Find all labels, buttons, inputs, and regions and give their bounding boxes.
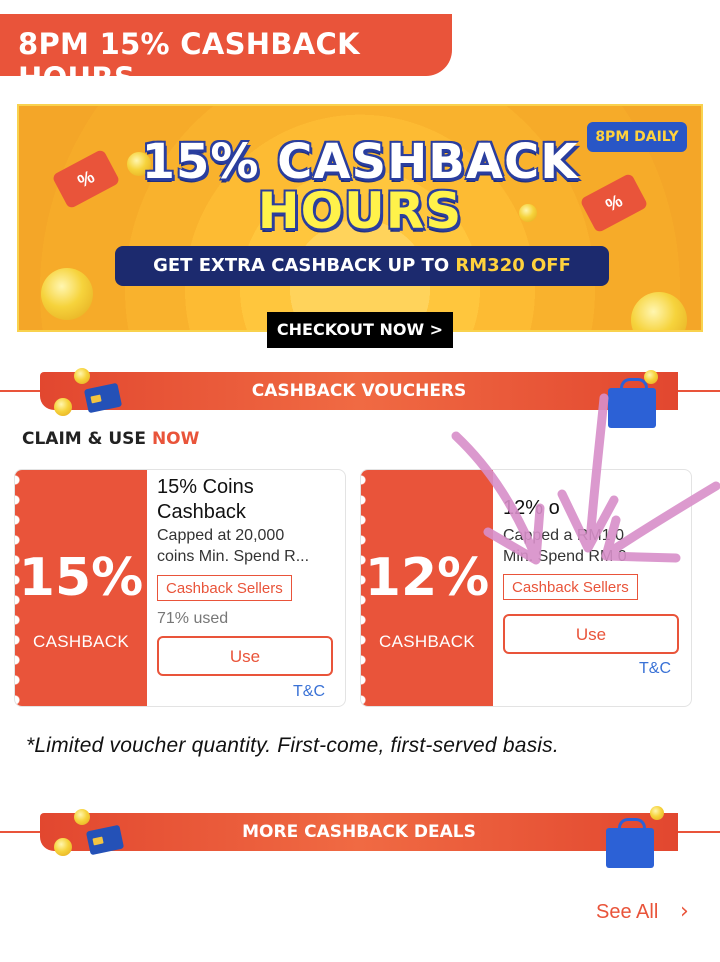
terms-link[interactable]: T&C [293,683,325,701]
voucher-percent: 15% [18,548,144,608]
section-header-more-deals: MORE CASHBACK DEALS [40,813,678,851]
voucher-usage: 71% used [157,610,229,627]
terms-link[interactable]: T&C [639,660,671,678]
use-voucher-button[interactable]: Use [157,636,333,676]
voucher-type-label: CASHBACK [379,632,475,651]
shopping-bag-icon [606,818,654,868]
claim-label-highlight: NOW [151,429,200,449]
coin-icon [54,838,72,856]
shopping-bag-icon [608,378,656,428]
voucher-desc-line2: Min. Spend RM 0 [503,548,627,565]
page-header-tab: 8PM 15% CASHBACK HOURS [0,14,452,95]
daily-badge: 8PM DAILY [587,122,687,152]
voucher-desc-line1: Capped a RM1 0 [503,527,624,544]
coin-icon [74,809,90,825]
voucher-desc-line1: Capped at 20,000 [157,527,285,544]
coin-icon [650,806,664,820]
coin-icon [644,370,658,384]
checkout-now-button[interactable]: CHECKOUT NOW > [267,312,453,348]
banner-subtitle: GET EXTRA CASHBACK UP TO RM320 OFF [115,246,609,286]
chevron-right-icon[interactable]: › [680,899,689,924]
promo-banner[interactable]: % % 15% CASHBACK HOURS GET EXTRA CASHBAC… [17,104,703,332]
section-divider [678,831,720,833]
voucher-type-label: CASHBACK [33,632,129,651]
section-header-cashback-vouchers: CASHBACK VOUCHERS [40,372,678,410]
section-divider [0,390,40,392]
voucher-desc-line2: coins Min. Spend R... [157,548,310,565]
voucher-percent: 12% [364,548,490,608]
coin-icon [74,368,90,384]
section-divider [678,390,720,392]
voucher-title: 12% o [503,497,560,519]
voucher-tag: Cashback Sellers [157,575,292,601]
banner-subtitle-highlight: RM320 OFF [455,255,571,276]
voucher-tag: Cashback Sellers [503,574,638,600]
section-divider [0,831,40,833]
voucher-title: 15% Coins Cashback [157,476,254,523]
see-all-link[interactable]: See All [596,901,658,924]
voucher-card[interactable]: 12% CASHBACK 12% o Capped a RM1 0 Min. S… [360,469,692,707]
coin-icon [41,268,93,320]
claim-label: CLAIM & USE NOW [22,429,199,449]
voucher-card[interactable]: 15% CASHBACK 15% Coins Cashback Capped a… [14,469,346,707]
banner-subtitle-text: GET EXTRA CASHBACK UP TO [153,255,456,276]
claim-label-text: CLAIM & USE [22,429,152,449]
coin-icon [54,398,72,416]
use-voucher-button[interactable]: Use [503,614,679,654]
disclaimer-text: *Limited voucher quantity. First-come, f… [26,734,559,757]
page-title: 8PM 15% CASHBACK HOURS [18,27,360,95]
banner-title-line2: HOURS [257,182,463,240]
